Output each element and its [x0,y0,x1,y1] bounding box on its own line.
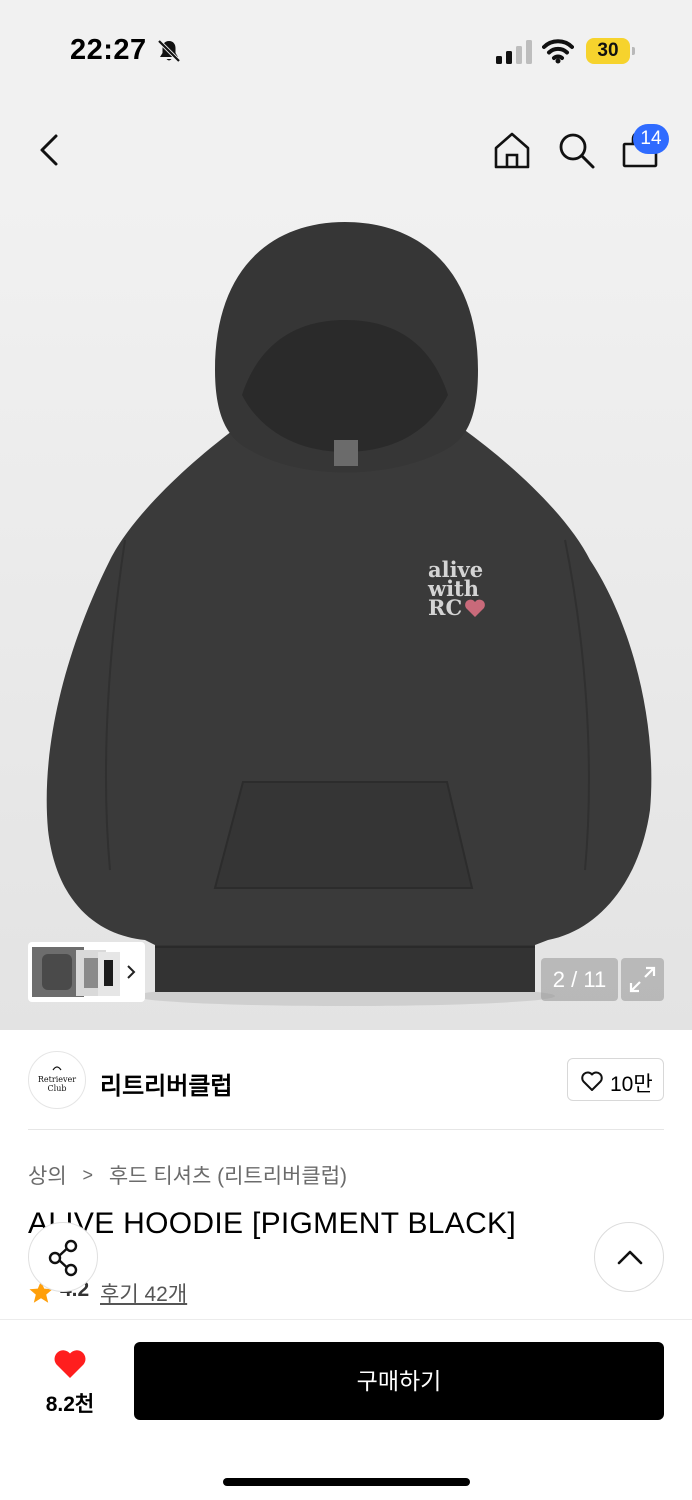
back-arrow-icon[interactable] [28,128,72,172]
chevron-right-icon: > [82,1164,93,1185]
brand-logo-word-1: Retriever [38,1075,76,1084]
breadcrumb-level-1[interactable]: 상의 [28,1160,67,1190]
brand-logo-mark: Retriever Club [38,1066,76,1093]
share-icon [48,1239,78,1277]
image-counter: 2 / 11 [541,958,618,1001]
battery-level: 30 [586,38,630,64]
share-button[interactable] [28,1222,98,1292]
wifi-icon [542,39,574,64]
thumbnail-strip[interactable] [28,942,145,1002]
home-indicator [223,1478,470,1486]
expand-image-button[interactable] [621,958,664,1001]
heart-filled-icon [54,1350,86,1378]
brand-name[interactable]: 리트리버클럽 [100,1066,232,1101]
brand-row[interactable]: Retriever Club 리트리버클럽 10만 [0,1030,692,1130]
print-line-3: RC [428,595,462,620]
brand-logo-word-2: Club [48,1084,67,1093]
thumbnail-images [32,947,136,997]
expand-icon [629,966,656,993]
review-count-link[interactable]: 후기 42개 [100,1278,187,1308]
scroll-to-top-button[interactable] [594,1222,664,1292]
battery-indicator: 30 [586,38,635,64]
wishlist-button[interactable]: 8.2천 [28,1342,112,1422]
breadcrumb: 상의 > 후드 티셔츠 (리트리버클럽) [28,1160,347,1190]
chevron-up-icon [617,1250,643,1265]
battery-tip [632,47,635,55]
status-bar: 22:27 30 [0,0,692,100]
buy-button[interactable]: 구매하기 [134,1342,664,1420]
cart-count-badge: 14 [633,124,669,154]
purchase-bar: 8.2천 구매하기 [0,1319,692,1500]
wishlist-count: 8.2천 [45,1393,95,1416]
cellular-signal-icon [496,40,532,64]
bell-off-icon [157,39,181,63]
status-time: 22:27 [70,34,147,66]
top-navigation [0,110,692,194]
product-title: ALIVE HOODIE [PIGMENT BLACK] [28,1207,516,1240]
heart-outline-icon [581,1071,603,1091]
brand-logo[interactable]: Retriever Club [28,1051,86,1109]
divider [28,1129,664,1130]
home-icon[interactable] [490,128,534,172]
search-icon[interactable] [554,128,598,172]
product-image[interactable]: alive with RC [0,200,692,1030]
breadcrumb-level-2[interactable]: 후드 티셔츠 (리트리버클럽) [109,1160,347,1190]
brand-like-count: 10만 [610,1073,653,1096]
brand-like-button[interactable]: 10만 [567,1058,664,1101]
product-gallery-area: 22:27 30 14 alive with RC 2 / 11 [0,0,692,1030]
